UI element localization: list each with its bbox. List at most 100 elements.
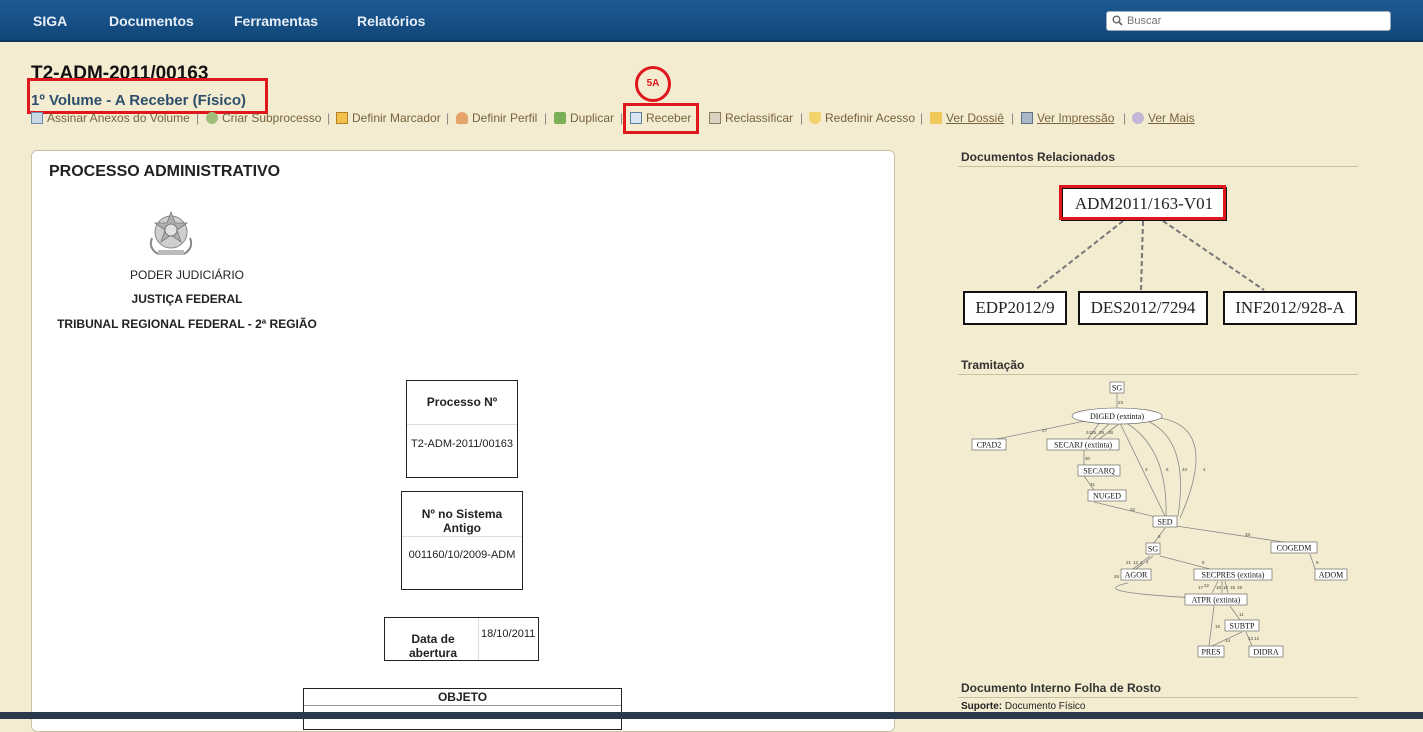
action-assinar-anexos[interactable]: Assinar Anexos do Volume (31, 111, 190, 125)
action-ver-mais[interactable]: Ver Mais (1132, 111, 1195, 125)
tram-node-agor: AGOR (1125, 571, 1148, 580)
edge-label: 31 (1090, 482, 1096, 487)
top-navbar: SIGA Documentos Ferramentas Relatórios (0, 0, 1423, 42)
action-ver-impressao[interactable]: Ver Impressão (1021, 111, 1114, 125)
org-tribunal: TRIBUNAL REGIONAL FEDERAL - 2ª REGIÃO (57, 317, 317, 331)
tramitacao-graph: 23 27 24 25 29 28 30 31 32 3 5 34 4 6 33… (971, 381, 1348, 658)
action-ver-dossie[interactable]: Ver Dossiê (930, 111, 1004, 125)
tram-node-diged: DIGED (extinta) (1090, 412, 1144, 421)
box-sistema-antigo: Nº no Sistema Antigo 001160/10/2009-ADM (401, 491, 523, 590)
action-redefinir-acesso[interactable]: Redefinir Acesso (809, 111, 915, 125)
edge-label: 9 (1316, 560, 1319, 565)
edge-label: 14 (1225, 638, 1231, 643)
edge-label: 8 (1202, 560, 1205, 565)
tram-node-sg2: SG (1148, 545, 1158, 554)
edge-label: 17 (1198, 585, 1204, 590)
nav-relatorios[interactable]: Relatórios (357, 13, 425, 29)
edge-label: 11 (1239, 612, 1244, 617)
abertura-value: 18/10/2011 (481, 628, 536, 640)
related-child-inf[interactable]: INF2012/928-A (1223, 291, 1357, 325)
annotation-marker: 5A (635, 66, 671, 102)
related-documents-title: Documentos Relacionados (961, 150, 1116, 164)
tram-node-secarq: SECARQ (1083, 467, 1115, 476)
sign-icon (31, 112, 43, 124)
edge-label: 23 (1118, 400, 1124, 405)
edge-label: 19 (1237, 585, 1243, 590)
action-reclassificar[interactable]: Reclassificar (709, 111, 793, 125)
tram-node-cpad2: CPAD2 (977, 441, 1002, 450)
action-duplicar[interactable]: Duplicar (554, 111, 614, 125)
processo-label: Processo Nº (426, 395, 498, 409)
edge-label: 6 (1158, 534, 1161, 539)
edge-label: 12 (1133, 560, 1139, 565)
tram-node-sed: SED (1157, 518, 1172, 527)
subprocess-icon (206, 112, 218, 124)
box-data-abertura: Data de abertura 18/10/2011 (384, 617, 539, 661)
tram-node-nuged: NUGED (1093, 492, 1121, 501)
edge-label: 4 (1203, 467, 1206, 472)
box-processo: Processo Nº T2-ADM-2011/00163 (406, 380, 518, 478)
bookmark-icon (336, 112, 348, 124)
brasao-emblem-icon (149, 210, 193, 255)
search-box[interactable] (1106, 11, 1391, 31)
action-definir-perfil[interactable]: Definir Perfil (456, 111, 537, 125)
tram-node-didra: DIDRA (1253, 648, 1279, 657)
edge-label: 5 (1166, 467, 1169, 472)
profile-icon (456, 112, 468, 124)
edge-label: 13 (1248, 636, 1254, 641)
tram-node-secpres: SECPRES (extinta) (1202, 571, 1265, 580)
edge-label: 3 (1145, 467, 1148, 472)
document-heading: PROCESSO ADMINISTRATIVO (49, 163, 281, 180)
abertura-label: Data de abertura (408, 632, 458, 660)
suporte-line: Suporte: Documento Físico (961, 701, 1085, 712)
printer-icon (1021, 112, 1033, 124)
edge-label: 32 (1130, 507, 1136, 512)
os-taskbar (0, 712, 1423, 719)
edge-label: 16 (1230, 585, 1236, 590)
tram-node-adom: ADOM (1319, 571, 1343, 580)
tram-node-atpr: ATPR (extinta) (1192, 596, 1241, 605)
edge-label: 27 (1042, 428, 1048, 433)
action-definir-marcador[interactable]: Definir Marcador (336, 111, 441, 125)
edge-label: 30 (1085, 456, 1091, 461)
tram-node-sg: SG (1112, 384, 1122, 393)
tram-node-cogedm: COGEDM (1277, 544, 1312, 553)
related-child-edp[interactable]: EDP2012/9 (963, 291, 1067, 325)
processo-value: T2-ADM-2011/00163 (411, 438, 513, 450)
objeto-label: OBJETO (437, 690, 488, 704)
tramitacao-title: Tramitação (961, 358, 1025, 372)
edge-label: 12 (1254, 636, 1260, 641)
folha-rosto-title: Documento Interno Folha de Rosto (961, 681, 1161, 695)
tram-node-pres: PRES (1201, 648, 1220, 657)
edge-label: 7 (1146, 560, 1149, 565)
reclassify-icon (709, 112, 721, 124)
nav-ferramentas[interactable]: Ferramentas (234, 13, 318, 29)
highlight-box-volume (27, 78, 268, 114)
edge-label: 18 (1216, 585, 1222, 590)
edge-label: 29 (1099, 430, 1105, 435)
shield-icon (809, 112, 821, 124)
nav-documentos[interactable]: Documentos (109, 13, 194, 29)
org-justica-federal: JUSTIÇA FEDERAL (131, 292, 243, 306)
suporte-label: Suporte: (961, 701, 1003, 712)
related-child-des[interactable]: DES2012/7294 (1078, 291, 1208, 325)
edge-label: 21 (1126, 560, 1132, 565)
suporte-value: Documento Físico (1004, 701, 1086, 712)
search-input[interactable] (1127, 12, 1382, 30)
edge-label: 26 (1114, 574, 1120, 579)
duplicate-icon (554, 112, 566, 124)
eye-icon (1132, 112, 1144, 124)
tram-node-subtp: SUBTP (1230, 622, 1255, 631)
org-poder-judiciario: PODER JUDICIÁRIO (129, 268, 244, 282)
nav-siga[interactable]: SIGA (33, 13, 67, 29)
edge-label: 28 (1108, 430, 1114, 435)
edge-label: 34 (1182, 467, 1188, 472)
search-icon (1112, 15, 1123, 26)
antigo-value: 001160/10/2009-ADM (408, 549, 516, 561)
edge-label: 33 (1245, 532, 1251, 537)
antigo-label: Nº no Sistema Antigo (421, 507, 503, 535)
highlight-box-related-root (1059, 185, 1226, 220)
document-panel: PROCESSO ADMINISTRATIVO PODER JUDICIÁRIO… (31, 150, 895, 732)
box-objeto: OBJETO (303, 688, 622, 730)
action-criar-subprocesso[interactable]: Criar Subprocesso (206, 111, 321, 125)
